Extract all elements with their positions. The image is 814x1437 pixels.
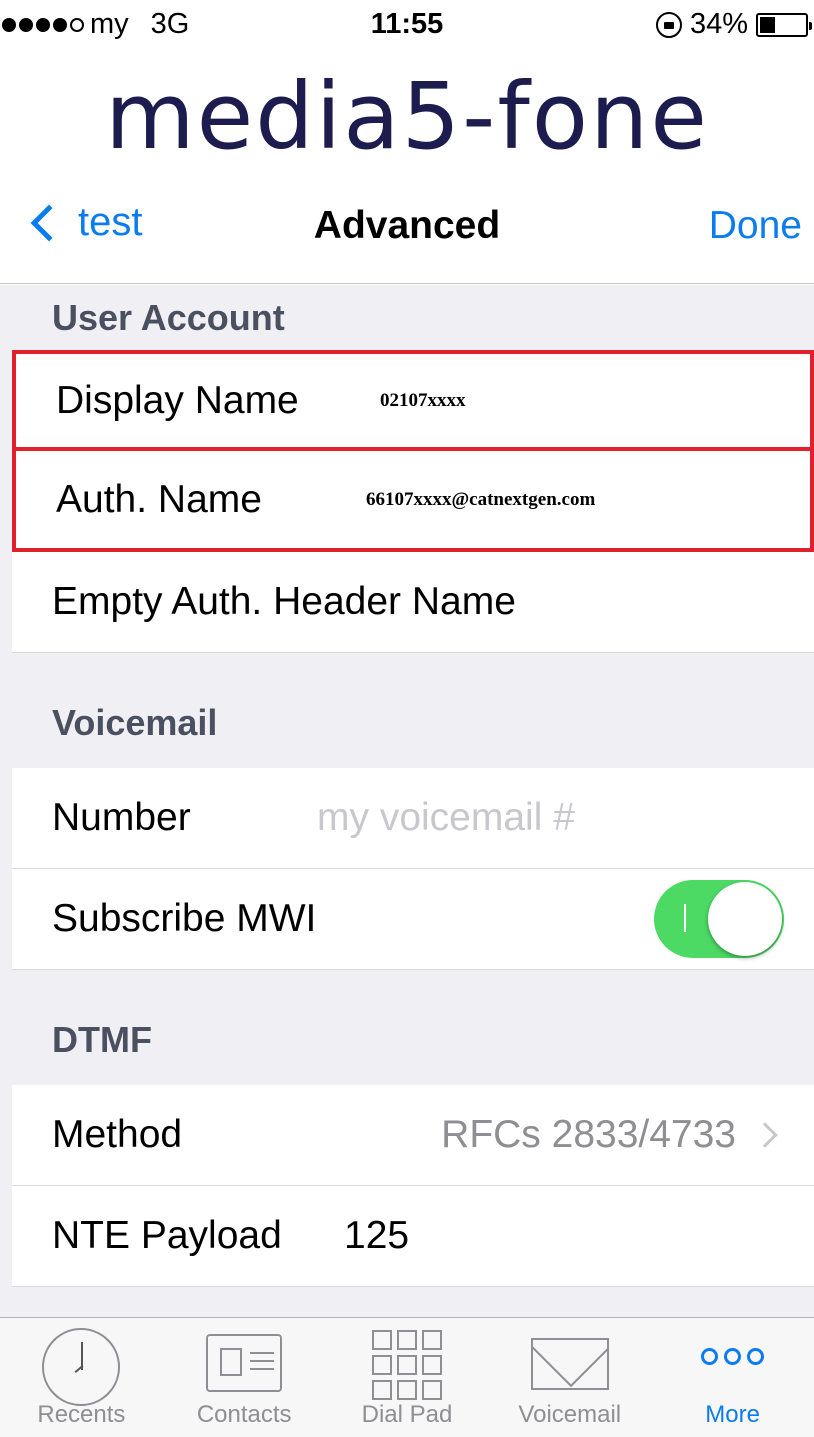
nte-payload-row[interactable]: NTE Payload 125 (12, 1186, 814, 1287)
toggle-on-mark-icon (684, 904, 686, 932)
subscribe-mwi-toggle[interactable] (654, 880, 784, 958)
done-button[interactable]: Done (709, 204, 802, 248)
section-header-dtmf: DTMF (52, 1019, 152, 1060)
tab-recents-label: Recents (37, 1401, 126, 1428)
tab-recents[interactable]: Recents (0, 1318, 163, 1437)
app-logo: media5-fone (105, 63, 709, 170)
auth-name-row[interactable]: Auth. Name 66107xxxx@catnextgen.com (12, 451, 814, 552)
page-title: Advanced (313, 204, 501, 247)
clock-icon (42, 1328, 121, 1406)
tab-dial-pad-label: Dial Pad (361, 1401, 453, 1428)
navigation-bar: test Advanced Done (0, 190, 814, 284)
display-name-value[interactable]: 02107xxxx (380, 390, 466, 412)
tab-more[interactable]: More (651, 1318, 814, 1437)
status-bar: my 3G 11:55 34% (0, 0, 814, 52)
auth-name-value[interactable]: 66107xxxx@catnextgen.com (366, 489, 595, 511)
auth-name-label: Auth. Name (56, 477, 262, 521)
dtmf-method-label: Method (52, 1113, 183, 1156)
dialpad-icon (371, 1330, 442, 1400)
dtmf-method-value: RFCs 2833/4733 (441, 1113, 736, 1156)
toggle-knob (708, 882, 782, 956)
status-right: 34% (655, 8, 812, 41)
tab-voicemail[interactable]: Voicemail (488, 1318, 651, 1437)
battery-icon (756, 12, 812, 37)
tab-bar: Recents Contacts Dial Pad Voicemail More (0, 1317, 814, 1437)
voicemail-number-input[interactable]: my voicemail # (317, 796, 575, 840)
tab-contacts-label: Contacts (196, 1401, 292, 1428)
voicemail-number-label: Number (52, 796, 191, 839)
chevron-right-icon (752, 1122, 778, 1148)
dtmf-method-row[interactable]: Method RFCs 2833/4733 (12, 1085, 814, 1186)
subscribe-mwi-label: Subscribe MWI (52, 897, 317, 940)
battery-percent: 34% (689, 8, 748, 40)
voicemail-number-row[interactable]: Number my voicemail # (12, 768, 814, 869)
contacts-card-icon (206, 1334, 283, 1392)
tab-contacts[interactable]: Contacts (163, 1318, 326, 1437)
section-header-user-account: User Account (52, 296, 285, 338)
empty-auth-header-name-row[interactable]: Empty Auth. Header Name (12, 552, 814, 653)
tab-dial-pad[interactable]: Dial Pad (326, 1318, 489, 1437)
settings-list[interactable]: User Account Display Name 02107xxxx Auth… (0, 285, 814, 1317)
section-header-voicemail: Voicemail (52, 702, 218, 743)
rotation-lock-icon (655, 11, 682, 38)
display-name-row[interactable]: Display Name 02107xxxx (12, 350, 814, 451)
nte-payload-value[interactable]: 125 (344, 1214, 409, 1258)
subscribe-mwi-row[interactable]: Subscribe MWI (12, 869, 814, 970)
empty-auth-header-name-label: Empty Auth. Header Name (52, 580, 516, 623)
nte-payload-label: NTE Payload (52, 1214, 282, 1257)
display-name-label: Display Name (56, 378, 299, 422)
more-dots-icon (701, 1348, 765, 1365)
tab-more-label: More (705, 1401, 760, 1428)
tab-voicemail-label: Voicemail (518, 1401, 622, 1428)
envelope-icon (530, 1338, 609, 1390)
